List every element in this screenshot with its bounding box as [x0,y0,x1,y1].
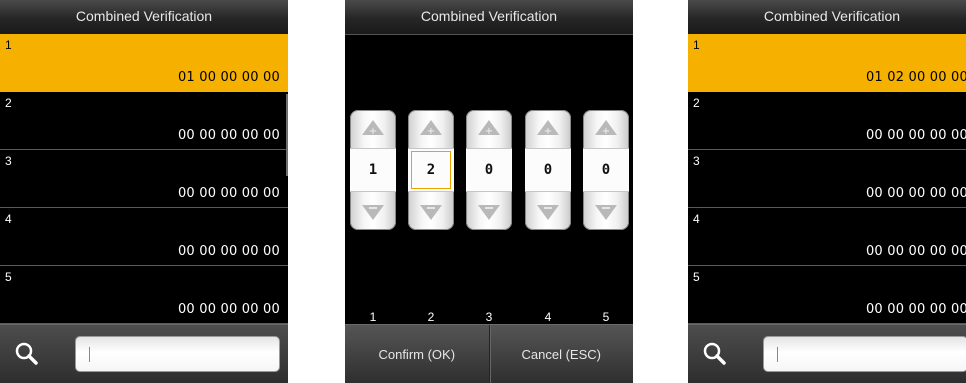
row-value: 00 00 00 00 00 [177,244,280,259]
search-icon[interactable] [700,339,730,369]
increment-button[interactable]: + [583,110,629,146]
digit-value[interactable]: 2 [408,148,454,192]
list-item[interactable]: 3 00 00 00 00 00 [0,150,288,208]
search-input[interactable] [763,336,966,372]
row-index: 3 [693,154,700,168]
list-screen-after: Combined Verification 1 01 02 00 00 00 2… [688,0,966,383]
row-value: 00 00 00 00 00 [177,302,280,317]
spinner-label: 5 [602,310,610,324]
search-bar [688,324,966,383]
digit-value[interactable]: 0 [525,148,571,192]
screen-title: Combined Verification [0,0,288,35]
arrow-down-icon [420,205,442,220]
row-value: 00 00 00 00 00 [177,186,280,201]
list-item[interactable]: 1 01 00 00 00 00 [0,34,288,92]
search-icon[interactable] [12,339,42,369]
row-index: 3 [5,154,12,168]
row-value: 00 00 00 00 00 [865,186,966,201]
digit-value[interactable]: 0 [583,148,629,192]
svg-text:+: + [369,126,377,137]
list-item[interactable]: 1 01 02 00 00 00 [688,34,966,92]
search-bar [0,324,288,383]
spinner-label: 2 [427,310,435,324]
arrow-down-icon [362,205,384,220]
svg-text:+: + [427,126,435,137]
digit-value[interactable]: 1 [350,148,396,192]
row-index: 5 [5,270,12,284]
verification-list: 1 01 00 00 00 00 2 00 00 00 00 00 3 00 0… [0,34,288,324]
list-item[interactable]: 4 00 00 00 00 00 [0,208,288,266]
screen-title: Combined Verification [345,0,633,35]
row-value: 00 00 00 00 00 [865,128,966,143]
row-index: 5 [693,270,700,284]
increment-button[interactable]: + [350,110,396,146]
row-value: 00 00 00 00 00 [177,128,280,143]
svg-text:+: + [485,126,493,137]
decrement-button[interactable] [408,194,454,230]
action-bar: Confirm (OK) Cancel (ESC) [345,324,633,383]
svg-text:+: + [602,126,610,137]
digit-spinner-2: + 2 [408,110,454,230]
row-value: 00 00 00 00 00 [865,244,966,259]
row-value: 00 00 00 00 00 [865,302,966,317]
row-index: 2 [5,96,12,110]
list-screen-before: Combined Verification 1 01 00 00 00 00 2… [0,0,288,383]
list-item[interactable]: 5 00 00 00 00 00 [0,266,288,324]
spinner-screen: Combined Verification + 1 + 2 + 0 + 0 + … [345,0,633,383]
row-index: 2 [693,96,700,110]
arrow-down-icon [537,205,559,220]
arrow-up-icon: + [595,120,617,137]
verification-list: 1 01 02 00 00 00 2 00 00 00 00 00 3 00 0… [688,34,966,324]
spinner-label: 4 [544,310,552,324]
list-item[interactable]: 2 00 00 00 00 00 [0,92,288,150]
digit-spinner-1: + 1 [350,110,396,230]
decrement-button[interactable] [466,194,512,230]
text-cursor [777,347,778,362]
decrement-button[interactable] [525,194,571,230]
increment-button[interactable]: + [466,110,512,146]
row-index: 4 [5,212,12,226]
screen-title: Combined Verification [688,0,966,35]
spinner-label: 1 [369,310,377,324]
list-item[interactable]: 5 00 00 00 00 00 [688,266,966,324]
arrow-up-icon: + [420,120,442,137]
list-item[interactable]: 4 00 00 00 00 00 [688,208,966,266]
text-cursor [89,347,90,362]
digit-spinner-3: + 0 [466,110,512,230]
row-index: 1 [693,38,700,52]
row-value: 01 00 00 00 00 [177,70,280,85]
confirm-button[interactable]: Confirm (OK) [345,325,489,383]
arrow-down-icon [595,205,617,220]
scrollbar[interactable] [286,94,288,176]
decrement-button[interactable] [350,194,396,230]
row-value: 01 02 00 00 00 [865,70,966,85]
increment-button[interactable]: + [408,110,454,146]
search-input[interactable] [75,336,280,372]
arrow-down-icon [478,205,500,220]
svg-text:+: + [544,126,552,137]
decrement-button[interactable] [583,194,629,230]
list-item[interactable]: 3 00 00 00 00 00 [688,150,966,208]
cancel-button[interactable]: Cancel (ESC) [490,325,634,383]
increment-button[interactable]: + [525,110,571,146]
digit-spinner-5: + 0 [583,110,629,230]
digit-value[interactable]: 0 [466,148,512,192]
digit-spinner-4: + 0 [525,110,571,230]
arrow-up-icon: + [362,120,384,137]
row-index: 1 [5,38,12,52]
row-index: 4 [693,212,700,226]
spinner-label: 3 [485,310,493,324]
arrow-up-icon: + [537,120,559,137]
arrow-up-icon: + [478,120,500,137]
list-item[interactable]: 2 00 00 00 00 00 [688,92,966,150]
